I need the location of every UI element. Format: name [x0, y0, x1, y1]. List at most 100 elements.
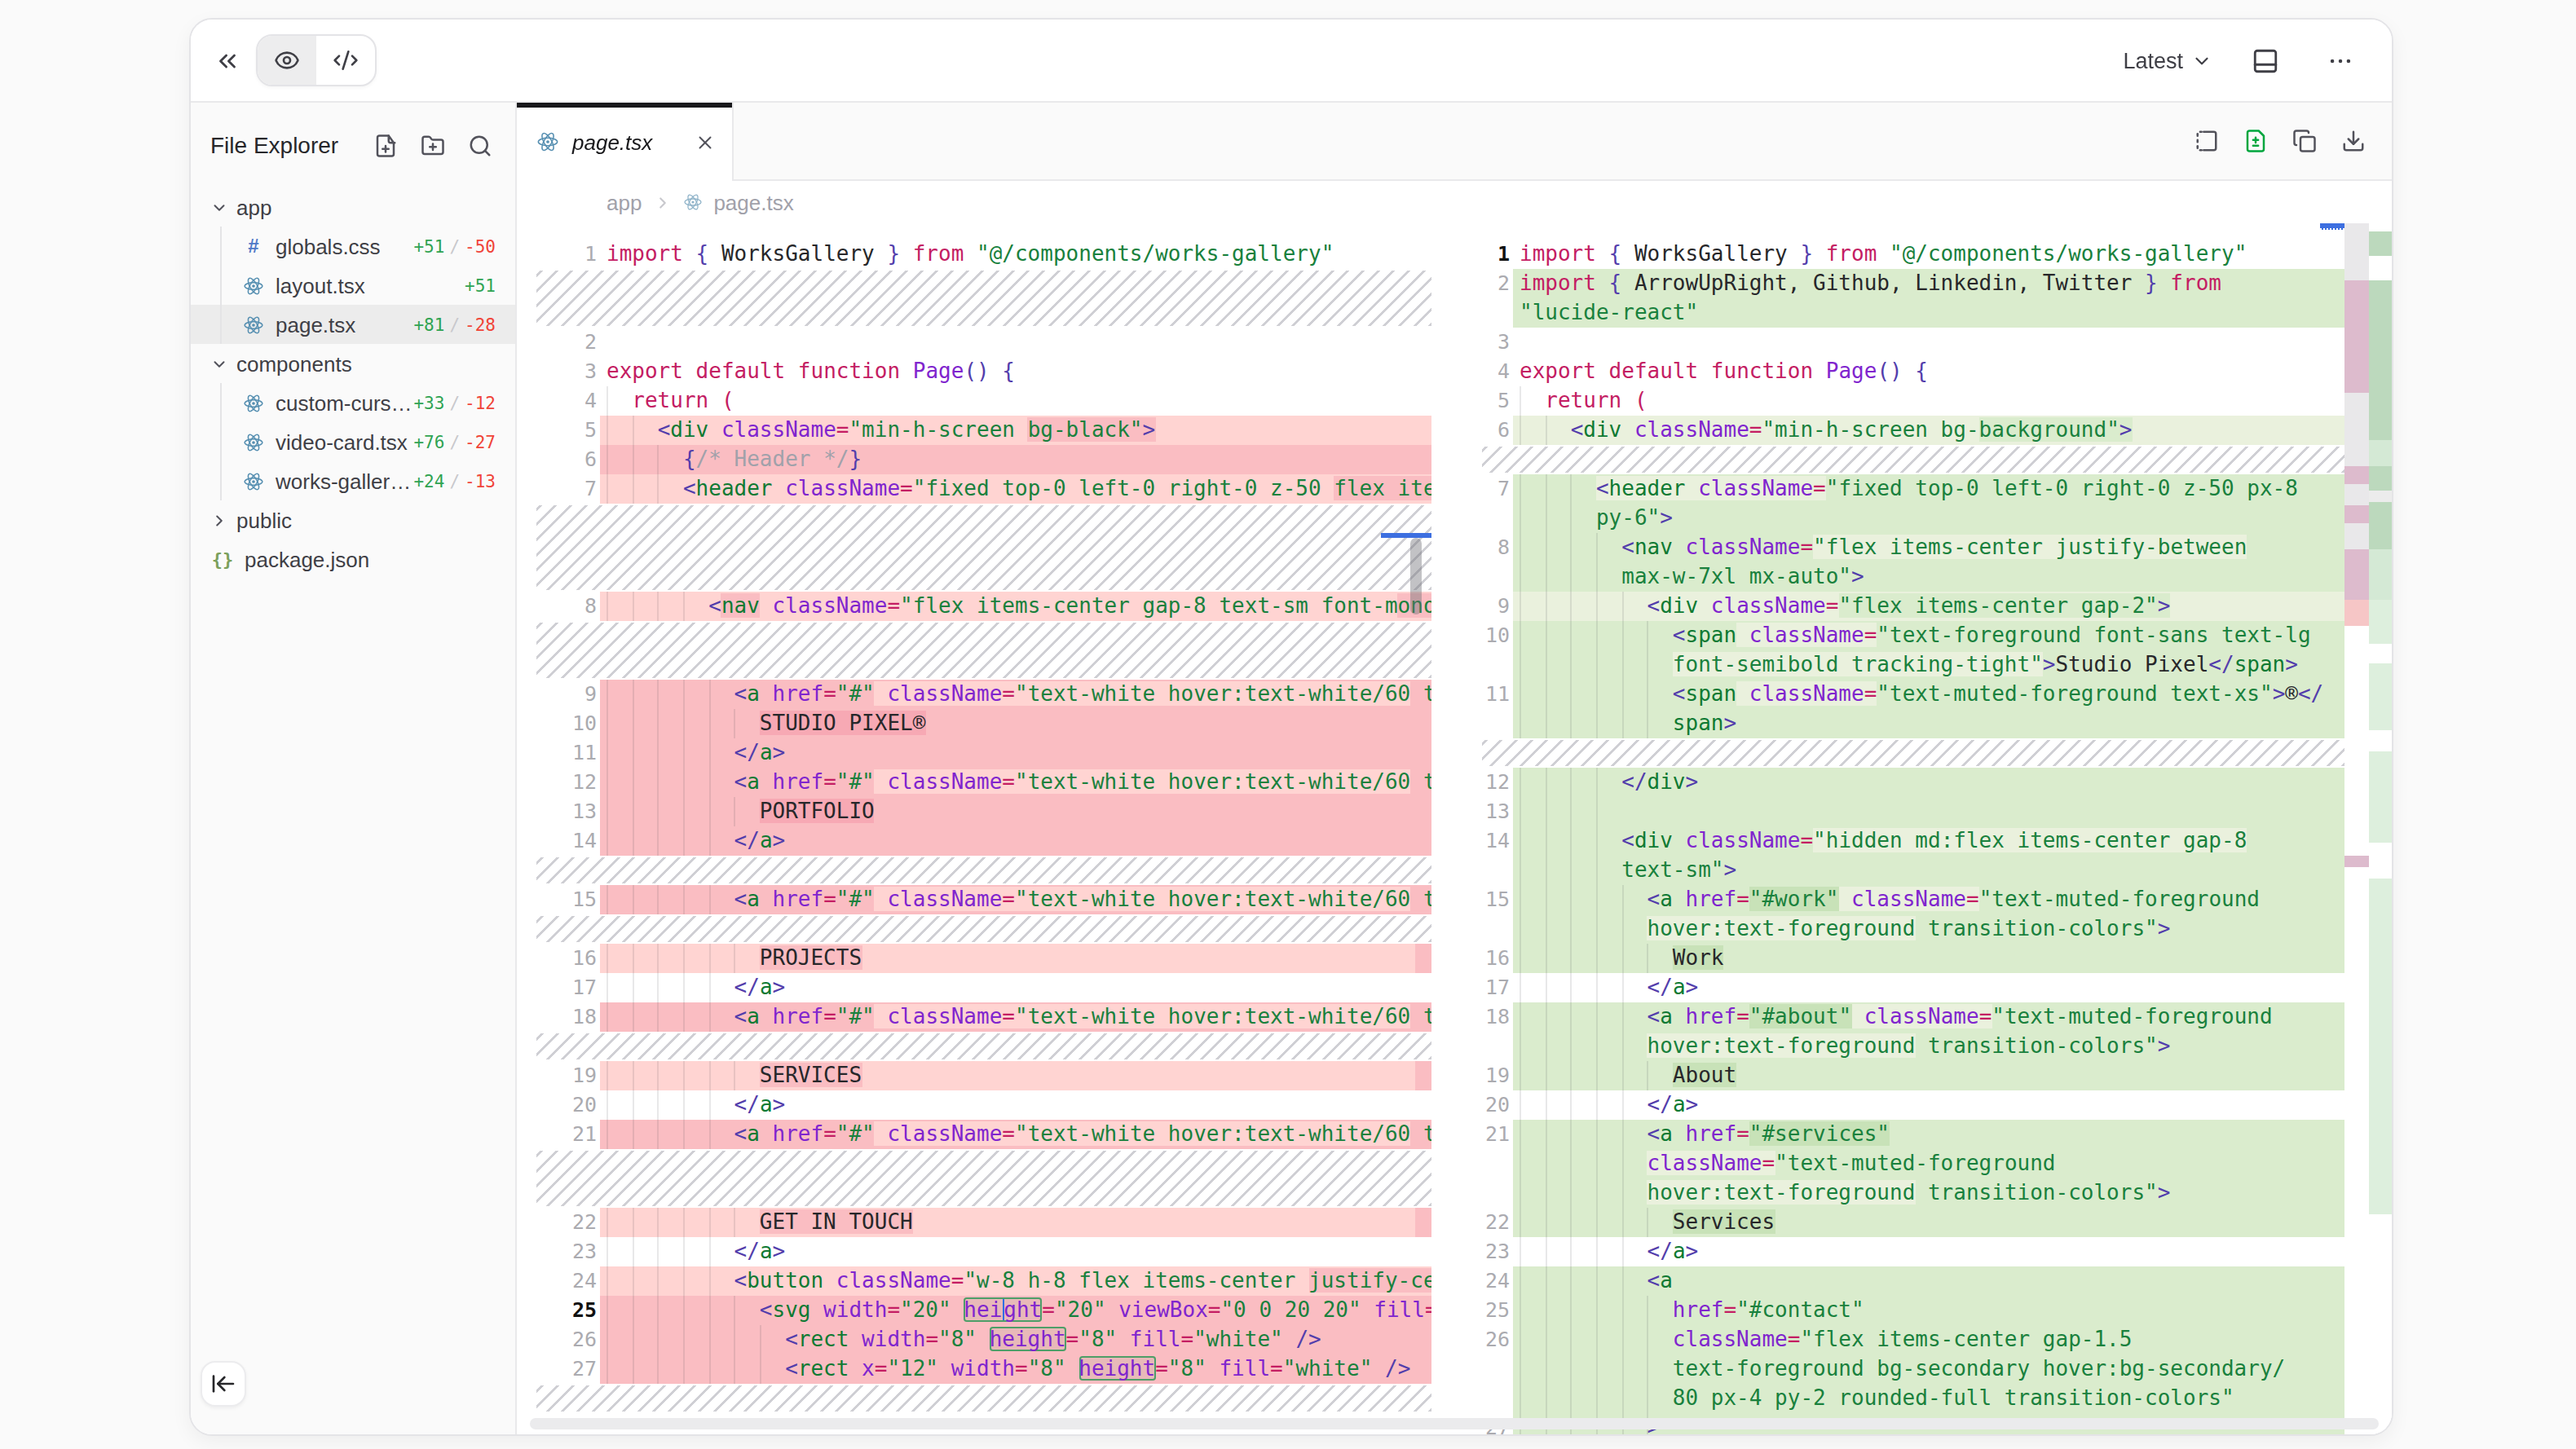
- code-line-26[interactable]: 26 <rect width="8" height="8" fill="whit…: [517, 1325, 1431, 1354]
- code-line-24[interactable]: 24 <button className="w-8 h-8 flex items…: [517, 1266, 1431, 1296]
- file-tree-item-package.json[interactable]: {}package.json: [191, 540, 515, 579]
- code-line-6[interactable]: 6 {/* Header */}: [517, 445, 1431, 474]
- panel-bottom-button[interactable]: [2242, 37, 2287, 83]
- code-line-7[interactable]: 7 <header className="fixed top-0 left-0 …: [517, 474, 1431, 504]
- more-options-button[interactable]: [2317, 37, 2362, 83]
- horizontal-scrollbar[interactable]: [530, 1418, 2379, 1429]
- code-line-25[interactable]: 25 href="#contact": [1462, 1296, 2344, 1325]
- code-line-18[interactable]: 18 <a href="#about" className="text-mute…: [1462, 1002, 2344, 1032]
- code-line-19[interactable]: 19 About: [1462, 1061, 2344, 1090]
- code-line-17[interactable]: 17 </a>: [1462, 973, 2344, 1002]
- breadcrumb-folder[interactable]: app: [607, 190, 642, 214]
- collapse-sidebar-button[interactable]: [201, 1361, 246, 1407]
- code-line-wrap[interactable]: font-semibold tracking-tight">Studio Pix…: [1462, 650, 2344, 680]
- code-line-8[interactable]: 8 <nav className="flex items-center just…: [1462, 533, 2344, 562]
- new-file-button[interactable]: [373, 133, 398, 157]
- code-line-24[interactable]: 24 <a: [1462, 1266, 2344, 1296]
- code-line-22[interactable]: 22 GET IN TOUCH: [517, 1208, 1431, 1237]
- code-line-wrap[interactable]: span>: [1462, 709, 2344, 738]
- code-line-22[interactable]: 22 Services: [1462, 1208, 2344, 1237]
- file-name: video-card.tsx: [276, 429, 408, 454]
- version-dropdown[interactable]: Latest: [2123, 48, 2212, 73]
- code-line-10[interactable]: 10 <span className="text-foreground font…: [1462, 621, 2344, 650]
- code-line-16[interactable]: 16 PROJECTS: [517, 944, 1431, 973]
- code-line-9[interactable]: 9 <a href="#" className="text-white hove…: [517, 680, 1431, 709]
- code-line-9[interactable]: 9 <div className="flex items-center gap-…: [1462, 592, 2344, 621]
- code-line-21[interactable]: 21 <a href="#services": [1462, 1120, 2344, 1149]
- code-line-wrap[interactable]: className="text-muted-foreground: [1462, 1149, 2344, 1178]
- code-line-19[interactable]: 19 SERVICES: [517, 1061, 1431, 1090]
- file-tree-item-video-card.tsx[interactable]: video-card.tsx+76/-27: [191, 422, 515, 461]
- code-line-14[interactable]: 14 <div className="hidden md:flex items-…: [1462, 826, 2344, 856]
- code-line-20[interactable]: 20 </a>: [1462, 1090, 2344, 1120]
- code-line-18[interactable]: 18 <a href="#" className="text-white hov…: [517, 1002, 1431, 1032]
- code-line-10[interactable]: 10 STUDIO PIXEL®: [517, 709, 1431, 738]
- file-tree-item-app[interactable]: app: [191, 187, 515, 227]
- code-line-wrap[interactable]: text-foreground bg-secondary hover:bg-se…: [1462, 1354, 2344, 1384]
- code-line-12[interactable]: 12 </div>: [1462, 768, 2344, 797]
- code-line-14[interactable]: 14 </a>: [517, 826, 1431, 856]
- code-line-wrap[interactable]: "lucide-react": [1462, 298, 2344, 328]
- code-line-wrap[interactable]: text-sm">: [1462, 856, 2344, 885]
- code-line-6[interactable]: 6 <div className="min-h-screen bg-backgr…: [1462, 416, 2344, 445]
- copy-button[interactable]: [2292, 129, 2317, 153]
- code-line-3[interactable]: 3: [1462, 328, 2344, 357]
- download-button[interactable]: [2341, 129, 2366, 153]
- code-line-wrap[interactable]: hover:text-foreground transition-colors"…: [1462, 914, 2344, 944]
- code-line-wrap[interactable]: hover:text-foreground transition-colors"…: [1462, 1032, 2344, 1061]
- code-line-wrap[interactable]: hover:text-foreground transition-colors"…: [1462, 1178, 2344, 1208]
- code-line-wrap[interactable]: 80 px-4 py-2 rounded-full transition-col…: [1462, 1384, 2344, 1413]
- file-tree-item-page.tsx[interactable]: page.tsx+81/-28: [191, 305, 515, 344]
- code-line-3[interactable]: 3export default function Page() {: [517, 357, 1431, 386]
- file-tree-item-globals.css[interactable]: #globals.css+51/-50: [191, 227, 515, 266]
- code-line-wrap[interactable]: py-6">: [1462, 504, 2344, 533]
- diff-pane-new[interactable]: 1import { WorksGallery } from "@/compone…: [1462, 223, 2344, 1434]
- code-line-5[interactable]: 5 return (: [1462, 386, 2344, 416]
- split-view-button[interactable]: [2194, 129, 2219, 153]
- collapse-panel-button[interactable]: [204, 37, 249, 83]
- file-tree-item-components[interactable]: components: [191, 344, 515, 383]
- file-tree-item-custom-curs-[interactable]: custom-curs…+33/-12: [191, 383, 515, 422]
- code-line-23[interactable]: 23 </a>: [1462, 1237, 2344, 1266]
- code-line-12[interactable]: 12 <a href="#" className="text-white hov…: [517, 768, 1431, 797]
- file-tree-item-works-galler-[interactable]: works-galler…+24/-13: [191, 461, 515, 500]
- code-line-16[interactable]: 16 Work: [1462, 944, 2344, 973]
- close-tab-button[interactable]: [695, 131, 716, 152]
- code-line-1[interactable]: 1import { WorksGallery } from "@/compone…: [1462, 240, 2344, 269]
- code-line-15[interactable]: 15 <a href="#" className="text-white hov…: [517, 885, 1431, 914]
- code-line-15[interactable]: 15 <a href="#work" className="text-muted…: [1462, 885, 2344, 914]
- code-line-4[interactable]: 4 return (: [517, 386, 1431, 416]
- code-line-7[interactable]: 7 <header className="fixed top-0 left-0 …: [1462, 474, 2344, 504]
- code-line-26[interactable]: 26 className="flex items-center gap-1.5: [1462, 1325, 2344, 1354]
- file-tree-item-layout.tsx[interactable]: layout.tsx+51: [191, 266, 515, 305]
- diff-overview-additions[interactable]: [2369, 223, 2392, 1434]
- code-line-2[interactable]: 2import { ArrowUpRight, Github, Linkedin…: [1462, 269, 2344, 298]
- code-line-13[interactable]: 13 PORTFOLIO: [517, 797, 1431, 826]
- code-line-2[interactable]: 2: [517, 328, 1431, 357]
- left-pane-scrollbar-thumb[interactable]: [1410, 538, 1422, 614]
- file-tree-item-public[interactable]: public: [191, 500, 515, 540]
- diff-overview-deletions[interactable]: [2344, 223, 2369, 1434]
- tab-page-tsx[interactable]: page.tsx: [517, 103, 734, 181]
- code-line-4[interactable]: 4export default function Page() {: [1462, 357, 2344, 386]
- new-folder-button[interactable]: [421, 133, 445, 157]
- code-line-wrap[interactable]: max-w-7xl mx-auto">: [1462, 562, 2344, 592]
- code-line-17[interactable]: 17 </a>: [517, 973, 1431, 1002]
- code-toggle-button[interactable]: [316, 36, 375, 85]
- search-files-button[interactable]: [468, 133, 492, 157]
- chevron-down-icon: [210, 355, 236, 372]
- diff-pane-old[interactable]: 1import { WorksGallery } from "@/compone…: [517, 223, 1431, 1434]
- code-line-11[interactable]: 11 </a>: [517, 738, 1431, 768]
- code-line-11[interactable]: 11 <span className="text-muted-foregroun…: [1462, 680, 2344, 709]
- code-line-8[interactable]: 8 <nav className="flex items-center gap-…: [517, 592, 1431, 621]
- code-line-1[interactable]: 1import { WorksGallery } from "@/compone…: [517, 240, 1431, 269]
- code-line-13[interactable]: 13: [1462, 797, 2344, 826]
- code-line-23[interactable]: 23 </a>: [517, 1237, 1431, 1266]
- code-line-5[interactable]: 5 <div className="min-h-screen bg-black"…: [517, 416, 1431, 445]
- code-line-25[interactable]: 25 <svg width="20" height="20" viewBox="…: [517, 1296, 1431, 1325]
- preview-toggle-button[interactable]: [258, 36, 316, 85]
- code-line-20[interactable]: 20 </a>: [517, 1090, 1431, 1120]
- code-line-27[interactable]: 27 <rect x="12" width="8" height="8" fil…: [517, 1354, 1431, 1384]
- file-diff-button[interactable]: [2243, 129, 2268, 153]
- code-line-21[interactable]: 21 <a href="#" className="text-white hov…: [517, 1120, 1431, 1149]
